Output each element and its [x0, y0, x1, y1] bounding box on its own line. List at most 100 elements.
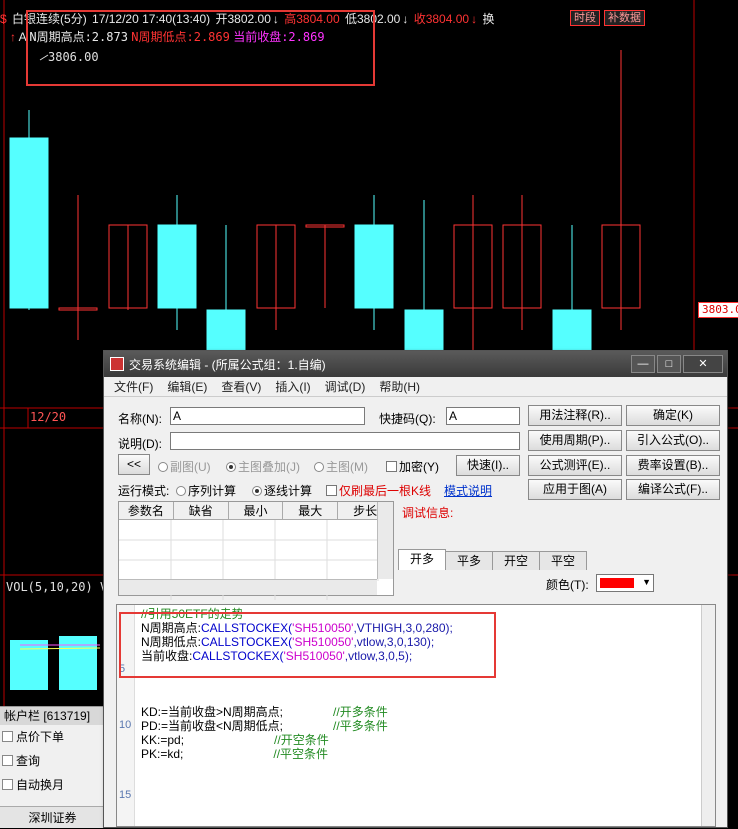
col-default[interactable]: 缺省 [174, 502, 229, 519]
code-line: KK:=pd; //开空条件 [141, 733, 329, 747]
code-comment: //开多条件 [333, 705, 388, 719]
candle-body-0 [9, 137, 49, 309]
radio-icon [176, 486, 186, 496]
import-formula-button[interactable]: 引入公式(O).. [626, 430, 720, 451]
menu-edit[interactable]: 编辑(E) [167, 378, 207, 395]
ok-button[interactable]: 确定(K) [626, 405, 720, 426]
account-panel: 帐户栏 [613719] 点价下单 查询 自动换月 深圳证券 [0, 706, 105, 828]
close-button[interactable]: ✕ [683, 355, 723, 373]
maximize-button[interactable]: □ [657, 355, 681, 373]
line-number: 10 [119, 719, 132, 731]
hotkey-input[interactable]: A [446, 407, 520, 425]
usage-notes-button[interactable]: 用法注释(R).. [528, 405, 622, 426]
up-arrow-icon: ↑ [10, 30, 16, 44]
menu-debug[interactable]: 调试(D) [325, 378, 366, 395]
rollover-icon [2, 779, 13, 790]
chart-toolbar: 时段 补数据 [570, 10, 645, 26]
dialog-menubar: 文件(F) 编辑(E) 查看(V) 插入(I) 调试(D) 帮助(H) [104, 377, 727, 397]
account-title: 帐户栏 [613719] [0, 707, 105, 725]
dollar-icon: $ [0, 12, 7, 26]
checkbox-icon [326, 485, 337, 496]
line-number: 15 [119, 789, 132, 801]
order-icon [2, 731, 13, 742]
parameter-vertical-scrollbar[interactable] [377, 502, 393, 579]
volume-indicator-label: VOL(5,10,20) V [6, 580, 107, 594]
parameter-table[interactable]: 参数名 缺省 最小 最大 步长 [118, 501, 394, 600]
account-item-order[interactable]: 点价下单 [0, 725, 105, 749]
last-bar-only-checkbox[interactable]: 仅刷最后一根K线 [326, 482, 431, 499]
radio-step-calc[interactable]: 逐线计算 [252, 482, 312, 499]
run-mode-label: 运行模式: [118, 484, 170, 498]
color-label: 颜色(T): [546, 578, 589, 592]
code-line: KD:=当前收盘>N周期高点; //开多条件 [141, 705, 388, 719]
account-item-query[interactable]: 查询 [0, 749, 105, 773]
highlight-box-code [119, 612, 496, 678]
checkbox-label: 仅刷最后一根K线 [339, 484, 432, 498]
radio-label: 序列计算 [188, 484, 237, 498]
hotkey-label: 快捷码(Q): [379, 412, 436, 426]
minimize-button[interactable]: — [631, 355, 655, 373]
color-swatch [600, 578, 634, 588]
speed-button[interactable]: 快速(I).. [456, 455, 520, 476]
col-min[interactable]: 最小 [229, 502, 284, 519]
code-statement: KK:=pd; [141, 733, 185, 747]
tab-close-short[interactable]: 平空 [539, 551, 587, 570]
code-statement: PK:=kd; [141, 747, 184, 761]
apply-to-chart-button[interactable]: 应用于图(A) [528, 479, 622, 500]
account-item-label: 自动换月 [16, 778, 65, 792]
tab-open-long[interactable]: 开多 [398, 549, 446, 570]
menu-help[interactable]: 帮助(H) [379, 378, 420, 395]
radio-icon [226, 462, 236, 472]
checkbox-icon [386, 461, 397, 472]
volume-bar-0 [10, 640, 48, 690]
use-period-button[interactable]: 使用周期(P).. [528, 430, 622, 451]
candle-body-3 [157, 224, 197, 309]
radio-sequence-calc[interactable]: 序列计算 [176, 482, 236, 499]
radio-icon [158, 462, 168, 472]
radio-label: 逐线计算 [264, 484, 313, 498]
fee-settings-button[interactable]: 费率设置(B).. [626, 455, 720, 476]
mode-help-link[interactable]: 模式说明 [444, 482, 492, 499]
dialog-titlebar[interactable]: 交易系统编辑 - (所属公式组：1.自编) — □ ✕ [104, 351, 727, 377]
checkbox-label: 加密(Y) [399, 460, 439, 474]
indicator-name: A [18, 30, 27, 44]
col-max[interactable]: 最大 [283, 502, 339, 519]
compile-formula-button[interactable]: 编译公式(F).. [626, 479, 720, 500]
collapse-button[interactable]: << [118, 454, 150, 475]
debug-info-label: 调试信息: [402, 506, 454, 520]
code-line: PK:=kd; //平空条件 [141, 747, 328, 761]
close-arrow-icon: ↓ [471, 12, 478, 26]
fill-data-button[interactable]: 补数据 [604, 10, 645, 26]
menu-view[interactable]: 查看(V) [221, 378, 261, 395]
account-item-rollover[interactable]: 自动换月 [0, 773, 105, 797]
col-param-name[interactable]: 参数名 [119, 502, 174, 519]
color-select[interactable]: ▼ [596, 574, 654, 592]
signal-tabs: 开多 平多 开空 平空 [398, 549, 587, 570]
candle-body-7 [354, 224, 394, 309]
radio-subchart[interactable]: 副图(U) [158, 458, 211, 475]
app-icon [110, 357, 124, 371]
description-input[interactable] [170, 432, 520, 450]
low-arrow-icon: ↓ [402, 12, 409, 26]
account-item-label: 点价下单 [16, 730, 65, 744]
period-button[interactable]: 时段 [570, 10, 600, 26]
formula-test-button[interactable]: 公式测评(E).. [528, 455, 622, 476]
tab-open-short[interactable]: 开空 [492, 551, 540, 570]
tab-close-long[interactable]: 平多 [445, 551, 493, 570]
encrypt-checkbox[interactable]: 加密(Y) [386, 458, 439, 475]
parameter-table-header: 参数名 缺省 最小 最大 步长 [119, 502, 393, 520]
menu-file[interactable]: 文件(F) [114, 378, 153, 395]
menu-insert[interactable]: 插入(I) [275, 378, 310, 395]
parameter-horizontal-scrollbar[interactable] [119, 579, 377, 595]
name-input[interactable]: A [170, 407, 365, 425]
header-extra: 换 [482, 12, 495, 26]
code-comment: //平空条件 [273, 747, 329, 761]
radio-main-chart[interactable]: 主图(M) [314, 458, 368, 475]
broker-tab[interactable]: 深圳证券 [0, 806, 105, 828]
code-line: PD:=当前收盘<N周期低点; //平多条件 [141, 719, 388, 733]
description-label: 说明(D): [118, 437, 162, 451]
code-statement: KD:=当前收盘>N周期高点; [141, 705, 284, 719]
radio-main-overlay[interactable]: 主图叠加(J) [226, 458, 300, 475]
editor-vertical-scrollbar[interactable] [701, 605, 715, 826]
radio-label: 副图(U) [170, 460, 211, 474]
